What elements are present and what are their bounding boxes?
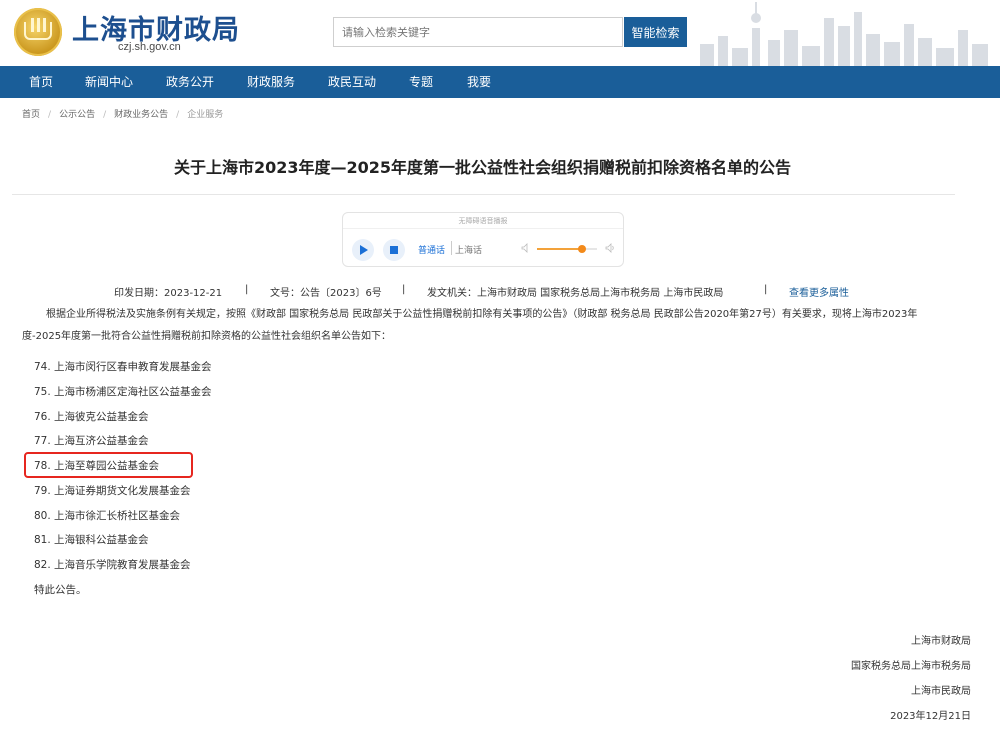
list-item: 82. 上海音乐学院教育发展基金会 [34, 559, 191, 571]
page-title: 关于上海市2023年度—2025年度第一批公益性社会组织捐赠税前扣除资格名单的公… [173, 158, 792, 177]
nav-item-finance-services[interactable]: 财政服务 [247, 66, 295, 98]
list-item: 77. 上海互济公益基金会 [34, 435, 149, 447]
list-item: 76. 上海彼克公益基金会 [34, 411, 149, 423]
volume-low-icon[interactable] [521, 243, 531, 253]
print-date: 印发日期：2023-12-21 [114, 288, 223, 299]
site-header: 上海市财政局 czj.sh.gov.cn 智能检索 [0, 0, 1000, 66]
meta-separator: | [245, 284, 249, 295]
nav-item-i-want[interactable]: 我要 [467, 66, 491, 98]
breadcrumb-enterprise-services[interactable]: 企业服务 [187, 107, 223, 120]
document-number: 文号：公告〔2023〕6号 [270, 288, 382, 299]
highlight-box [24, 452, 193, 478]
nav-item-interaction[interactable]: 政民互动 [328, 66, 376, 98]
closing-text: 特此公告。 [34, 584, 87, 596]
volume-high-icon[interactable] [605, 243, 615, 253]
volume-fill [537, 248, 582, 250]
search-button[interactable]: 智能检索 [624, 17, 687, 47]
breadcrumb-home[interactable]: 首页 [22, 107, 40, 120]
signature-date: 2023年12月21日 [890, 711, 971, 722]
breadcrumb-finance-notices[interactable]: 财政业务公告 [114, 107, 168, 120]
list-item: 75. 上海市杨浦区定海社区公益基金会 [34, 386, 212, 398]
intro-paragraph: 根据企业所得税法及实施条例有关规定，按照《财政部 国家税务总局 民政部关于公益性… [22, 309, 918, 342]
player-header: 无障碍语音播报 [343, 213, 623, 229]
nav-item-topics[interactable]: 专题 [409, 66, 433, 98]
search-input[interactable] [333, 17, 623, 47]
audio-player: 无障碍语音播报 普通话 上海话 [342, 212, 624, 267]
play-icon[interactable] [352, 239, 374, 261]
signature-civil-affairs: 上海市民政局 [911, 686, 971, 697]
list-item: 80. 上海市徐汇长桥社区基金会 [34, 510, 181, 522]
nav-item-news[interactable]: 新闻中心 [85, 66, 133, 98]
signature-finance-bureau: 上海市财政局 [911, 636, 971, 647]
meta-separator: | [402, 284, 406, 295]
list-item: 81. 上海银科公益基金会 [34, 534, 149, 546]
signature-tax-bureau: 国家税务总局上海市税务局 [851, 661, 971, 672]
volume-knob[interactable] [578, 245, 586, 253]
nav-item-gov-affairs[interactable]: 政务公开 [166, 66, 214, 98]
breadcrumb-announcements[interactable]: 公示公告 [59, 107, 95, 120]
lang-shanghainese-button[interactable]: 上海话 [455, 243, 482, 256]
lang-divider [451, 241, 452, 255]
site-logo-icon[interactable] [14, 8, 62, 56]
list-item: 74. 上海市闵行区春申教育发展基金会 [34, 361, 212, 373]
list-item: 79. 上海证券期货文化发展基金会 [34, 485, 191, 497]
more-attributes-link[interactable]: 查看更多属性 [789, 284, 849, 299]
city-skyline-icon [700, 2, 988, 66]
site-url: czj.sh.gov.cn [118, 41, 181, 53]
main-nav: 首页 新闻中心 政务公开 财政服务 政民互动 专题 我要 [0, 66, 1000, 98]
lang-mandarin-button[interactable]: 普通话 [418, 243, 445, 256]
meta-separator: | [764, 284, 768, 295]
title-divider [12, 194, 955, 195]
issuing-authority: 发文机关：上海市财政局 国家税务总局上海市税务局 上海市民政局 [427, 288, 724, 299]
breadcrumb: 首页 / 公示公告 / 财政业务公告 / 企业服务 [22, 107, 223, 120]
nav-item-home[interactable]: 首页 [29, 66, 53, 98]
volume-slider[interactable] [537, 245, 597, 253]
stop-icon[interactable] [383, 239, 405, 261]
